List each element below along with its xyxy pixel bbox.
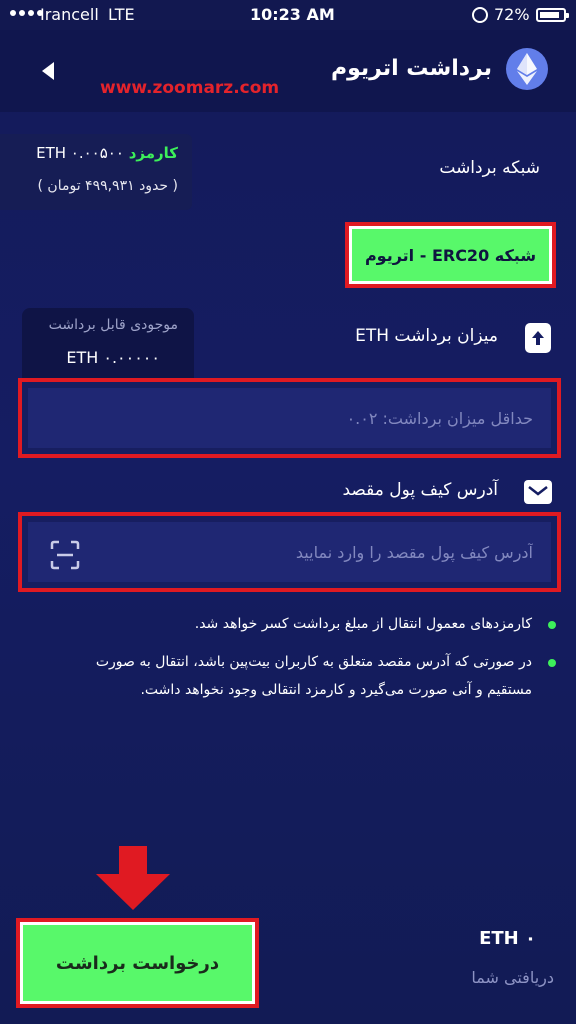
battery-icon bbox=[536, 8, 569, 22]
fee-value: ۰.۰۰۵۰۰ ETH bbox=[36, 144, 124, 162]
address-field-frame bbox=[18, 512, 561, 592]
balance-label: موجودی قابل برداشت bbox=[48, 317, 178, 333]
qr-scan-icon[interactable] bbox=[50, 540, 80, 570]
note-internal-transfer-line2: مستقیم و آنی صورت می‌گیرد و کارمزد انتقا… bbox=[140, 682, 532, 698]
fee-label: کارمزد bbox=[128, 144, 178, 162]
note-bullet bbox=[548, 659, 556, 667]
network-label: شبکه برداشت bbox=[439, 158, 540, 178]
receive-amount: ۰ ETH bbox=[479, 928, 536, 949]
amount-field-frame bbox=[18, 378, 561, 458]
submit-withdraw-button[interactable]: درخواست برداشت bbox=[23, 925, 252, 1001]
balance-value: ETH ۰.۰۰۰۰۰ bbox=[66, 348, 160, 367]
fee-card: کارمزد ۰.۰۰۵۰۰ ETH ( حدود ۴۹۹,۹۳۱ تومان … bbox=[0, 134, 192, 210]
address-input[interactable] bbox=[88, 522, 551, 582]
address-field-inner bbox=[28, 522, 551, 582]
note-bullet bbox=[548, 621, 556, 629]
upload-icon bbox=[525, 323, 551, 353]
network-type: LTE bbox=[108, 5, 135, 24]
submit-button-frame: درخواست برداشت bbox=[16, 918, 259, 1008]
fee-approx-toman: ( حدود ۴۹۹,۹۳۱ تومان ) bbox=[37, 178, 179, 194]
available-balance-card[interactable]: موجودی قابل برداشت ETH ۰.۰۰۰۰۰ bbox=[22, 308, 194, 380]
watermark-text: www.zoomarz.com bbox=[100, 78, 280, 98]
amount-field-inner bbox=[28, 388, 551, 448]
clock: 10:23 AM bbox=[250, 5, 335, 24]
address-label: آدرس کیف پول مقصد bbox=[342, 480, 498, 500]
back-arrow-icon bbox=[42, 62, 54, 80]
page-title: برداشت اتریوم bbox=[330, 56, 492, 81]
fee-row: کارمزد ۰.۰۰۵۰۰ ETH bbox=[36, 144, 178, 162]
rotation-lock-icon bbox=[472, 7, 488, 23]
ethereum-logo-icon bbox=[506, 48, 548, 90]
network-selected-label: شبکه ERC20 - اتریوم bbox=[364, 245, 537, 265]
carrier-name: Irancell bbox=[40, 5, 99, 24]
down-arrow-icon bbox=[96, 846, 170, 912]
amount-input[interactable] bbox=[28, 388, 551, 448]
battery-percent: 72% bbox=[494, 5, 530, 24]
network-selector[interactable]: شبکه ERC20 - اتریوم bbox=[345, 222, 556, 288]
receive-label: دریافتی شما bbox=[471, 968, 554, 987]
network-selector-chip[interactable]: شبکه ERC20 - اتریوم bbox=[352, 229, 549, 281]
mail-icon bbox=[524, 480, 552, 504]
submit-label: درخواست برداشت bbox=[55, 952, 220, 974]
signal-icon bbox=[10, 10, 43, 16]
amount-label: میزان برداشت ETH bbox=[355, 326, 498, 346]
back-button[interactable] bbox=[38, 60, 58, 82]
note-fee-deduction: کارمزدهای معمول انتقال از مبلغ برداشت کس… bbox=[194, 616, 532, 632]
note-internal-transfer-line1: در صورتی که آدرس مقصد متعلق به کاربران ب… bbox=[95, 654, 532, 670]
